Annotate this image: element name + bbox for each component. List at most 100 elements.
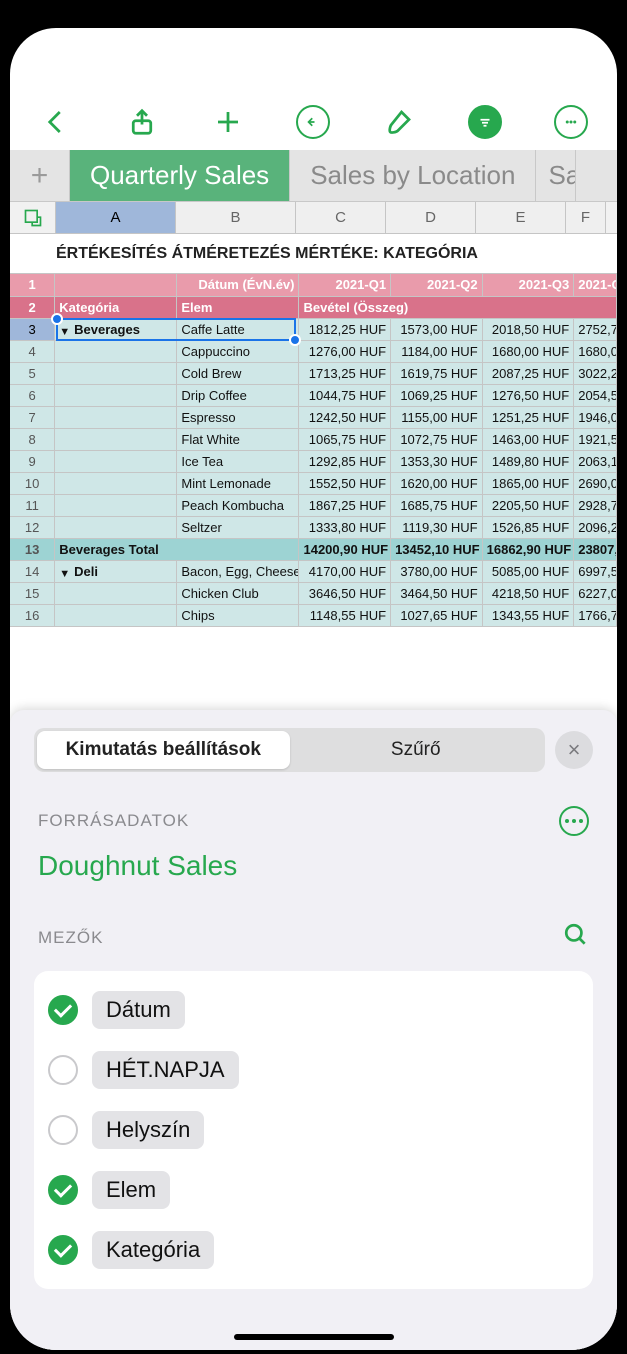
source-table-name[interactable]: Doughnut Sales xyxy=(38,850,589,882)
cell[interactable]: Espresso xyxy=(177,406,299,428)
fields-search-button[interactable] xyxy=(563,922,589,953)
cell[interactable]: 1119,30 HUF xyxy=(391,516,483,538)
cell[interactable]: 1069,25 HUF xyxy=(391,384,483,406)
cell[interactable]: Seltzer xyxy=(177,516,299,538)
cell[interactable]: 6227,00 H xyxy=(574,582,617,604)
cell[interactable]: 1251,25 HUF xyxy=(482,406,574,428)
cell[interactable]: 1242,50 HUF xyxy=(299,406,391,428)
cell[interactable]: 1619,75 HUF xyxy=(391,362,483,384)
row-header[interactable]: 15 xyxy=(10,582,55,604)
cell[interactable] xyxy=(55,406,177,428)
cell[interactable]: 2021-Q1 xyxy=(299,274,391,296)
source-more-button[interactable] xyxy=(559,806,589,836)
row-header[interactable]: 4 xyxy=(10,340,55,362)
cell[interactable]: Caffe Latte xyxy=(177,318,299,340)
cell[interactable]: 2690,00 H xyxy=(574,472,617,494)
select-table-icon[interactable] xyxy=(10,202,56,233)
cell[interactable]: 4170,00 HUF xyxy=(299,560,391,582)
cell[interactable]: 3022,25 H xyxy=(574,362,617,384)
home-indicator[interactable] xyxy=(234,1334,394,1340)
cell[interactable]: 5085,00 HUF xyxy=(482,560,574,582)
cell[interactable]: 2205,50 HUF xyxy=(482,494,574,516)
field-chip[interactable]: Helyszín xyxy=(92,1111,204,1149)
cell[interactable]: 14200,90 HUF xyxy=(299,538,391,560)
cell[interactable]: Beverages Total xyxy=(55,538,299,560)
col-header-a[interactable]: A xyxy=(56,202,176,233)
organize-button[interactable] xyxy=(465,102,505,142)
col-header-b[interactable]: B xyxy=(176,202,296,233)
row-header[interactable]: 5 xyxy=(10,362,55,384)
field-checkbox[interactable] xyxy=(48,1175,78,1205)
cell[interactable]: 1812,25 HUF xyxy=(299,318,391,340)
cell[interactable]: 2054,50 H xyxy=(574,384,617,406)
row-header[interactable]: 16 xyxy=(10,604,55,626)
cell[interactable]: 3464,50 HUF xyxy=(391,582,483,604)
cell[interactable]: Chips xyxy=(177,604,299,626)
cell[interactable]: 1552,50 HUF xyxy=(299,472,391,494)
field-chip[interactable]: Kategória xyxy=(92,1231,214,1269)
cell[interactable]: 1921,50 H xyxy=(574,428,617,450)
field-checkbox[interactable] xyxy=(48,1235,78,1265)
row-header[interactable]: 7 xyxy=(10,406,55,428)
row-header[interactable]: 2 xyxy=(10,296,55,318)
cell[interactable]: 2087,25 HUF xyxy=(482,362,574,384)
cell[interactable]: 2063,10 H xyxy=(574,450,617,472)
cell[interactable]: 1463,00 HUF xyxy=(482,428,574,450)
cell[interactable]: 1072,75 HUF xyxy=(391,428,483,450)
cell[interactable]: 6997,50 H xyxy=(574,560,617,582)
cell[interactable] xyxy=(55,428,177,450)
panel-close-button[interactable]: × xyxy=(555,731,593,769)
row-header[interactable]: 3 xyxy=(10,318,55,340)
category-cell[interactable]: ▼Beverages xyxy=(55,318,177,340)
cell[interactable]: 23807,10 H xyxy=(574,538,617,560)
row-header[interactable]: 14 xyxy=(10,560,55,582)
back-button[interactable] xyxy=(36,102,76,142)
cell[interactable]: 2018,50 HUF xyxy=(482,318,574,340)
cell[interactable]: 1526,85 HUF xyxy=(482,516,574,538)
cell[interactable]: 1343,55 HUF xyxy=(482,604,574,626)
cell[interactable]: Flat White xyxy=(177,428,299,450)
cell[interactable]: Kategória xyxy=(55,296,177,318)
cell[interactable]: 2021-Q2 xyxy=(391,274,483,296)
cell[interactable]: 3646,50 HUF xyxy=(299,582,391,604)
cell[interactable]: 2021-Q4 xyxy=(574,274,617,296)
sheet-tab-sales-by-location[interactable]: Sales by Location xyxy=(290,150,536,201)
cell[interactable]: 1620,00 HUF xyxy=(391,472,483,494)
cell[interactable]: Bacon, Egg, Cheese xyxy=(177,560,299,582)
cell[interactable]: 2752,75 H xyxy=(574,318,617,340)
disclosure-triangle-icon[interactable]: ▼ xyxy=(59,568,70,580)
cell[interactable]: 1713,25 HUF xyxy=(299,362,391,384)
cell[interactable]: 3780,00 HUF xyxy=(391,560,483,582)
share-button[interactable] xyxy=(122,102,162,142)
cell[interactable]: Drip Coffee xyxy=(177,384,299,406)
cell[interactable]: 1680,00 H xyxy=(574,340,617,362)
field-checkbox[interactable] xyxy=(48,995,78,1025)
cell[interactable]: 1065,75 HUF xyxy=(299,428,391,450)
cell[interactable]: Elem xyxy=(177,296,299,318)
cell[interactable] xyxy=(55,472,177,494)
more-button[interactable] xyxy=(551,102,591,142)
cell[interactable]: 1865,00 HUF xyxy=(482,472,574,494)
cell[interactable] xyxy=(55,384,177,406)
row-header[interactable]: 1 xyxy=(10,274,55,296)
col-header-e[interactable]: E xyxy=(476,202,566,233)
format-brush-button[interactable] xyxy=(379,102,419,142)
segment-pivot-settings[interactable]: Kimutatás beállítások xyxy=(37,731,290,769)
col-header-d[interactable]: D xyxy=(386,202,476,233)
cell[interactable]: 1276,50 HUF xyxy=(482,384,574,406)
cell[interactable] xyxy=(55,516,177,538)
cell[interactable]: 13452,10 HUF xyxy=(391,538,483,560)
cell[interactable]: Peach Kombucha xyxy=(177,494,299,516)
cell[interactable] xyxy=(55,604,177,626)
category-cell[interactable]: ▼Deli xyxy=(55,560,177,582)
cell[interactable]: 1184,00 HUF xyxy=(391,340,483,362)
add-button[interactable] xyxy=(208,102,248,142)
cell[interactable]: 1685,75 HUF xyxy=(391,494,483,516)
cell[interactable] xyxy=(55,582,177,604)
col-header-c[interactable]: C xyxy=(296,202,386,233)
cell[interactable]: Ice Tea xyxy=(177,450,299,472)
cell[interactable]: 1292,85 HUF xyxy=(299,450,391,472)
row-header[interactable]: 9 xyxy=(10,450,55,472)
field-chip[interactable]: HÉT.NAPJA xyxy=(92,1051,239,1089)
cell[interactable]: 2928,75 H xyxy=(574,494,617,516)
